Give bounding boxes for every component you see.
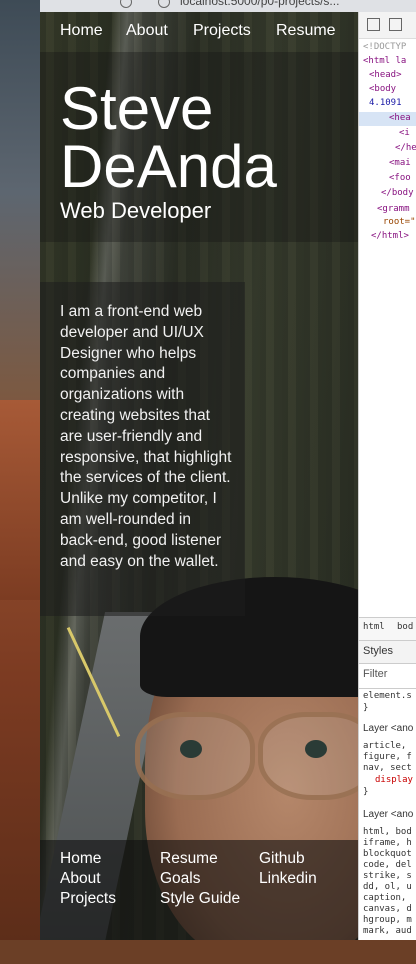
footer-style-guide-link[interactable]: Style Guide [160, 890, 240, 908]
dom-node[interactable]: </html> [371, 231, 409, 241]
style-rule: canvas, d [363, 904, 412, 914]
style-rule: figure, f [363, 752, 412, 762]
url-bar[interactable]: localhost:5000/p0-projects/s... [180, 0, 339, 8]
styles-filter: Filter [359, 663, 416, 686]
breadcrumb-body[interactable]: bod [397, 622, 413, 632]
webpage-viewport: Home About Projects Resume Steve DeAnda … [40, 12, 358, 940]
about-panel: I am a front-end web developer and UI/UX… [40, 282, 245, 616]
footer-linkedin-link[interactable]: Linkedin [259, 870, 317, 888]
footer-home-link[interactable]: Home [60, 850, 101, 868]
dom-node[interactable]: </he [395, 143, 416, 153]
style-rule: article, [363, 741, 407, 751]
style-rule: } [363, 703, 369, 713]
browser-toolbar: localhost:5000/p0-projects/s... [40, 0, 416, 12]
style-rule: nav, sect [363, 763, 412, 773]
tab-styles[interactable]: Styles [363, 645, 393, 657]
title-last-name: DeAnda [60, 133, 277, 200]
filter-input[interactable]: Filter [363, 668, 387, 680]
dom-node[interactable]: <body [369, 84, 396, 94]
dom-node[interactable]: <mai [389, 158, 411, 168]
reload-icon[interactable] [120, 0, 132, 8]
devtools-breadcrumb: html bod [359, 617, 416, 640]
style-rule: mark, aud [363, 926, 412, 936]
hero-header: Steve DeAnda Web Developer [40, 52, 358, 242]
dom-node[interactable]: <foo [389, 173, 411, 183]
eye-right [305, 740, 327, 758]
eye-left [180, 740, 202, 758]
dom-node[interactable]: </body [381, 188, 414, 198]
title-first-name: Steve [60, 75, 214, 142]
dom-node[interactable]: <html la [363, 56, 406, 66]
device-toggle-icon[interactable] [389, 18, 402, 31]
style-rule: blockquot [363, 849, 412, 859]
dom-node[interactable]: <i [399, 128, 410, 138]
style-rule: iframe, h [363, 838, 412, 848]
footer-github-link[interactable]: Github [259, 850, 305, 868]
footer-about-link[interactable]: About [60, 870, 101, 888]
style-rule: caption, [363, 893, 407, 903]
footer-projects-link[interactable]: Projects [60, 890, 116, 908]
dom-node[interactable]: <gramm [377, 204, 410, 214]
glasses-lens-right [258, 712, 358, 800]
desktop-bottom-strip [0, 940, 416, 964]
breadcrumb-html[interactable]: html [363, 622, 385, 632]
style-rule: html, bod [363, 827, 412, 837]
wallpaper-rock [0, 400, 45, 600]
devtools-toolbar [359, 12, 416, 39]
about-text: I am a front-end web developer and UI/UX… [60, 303, 232, 570]
top-nav: Home About Projects Resume [40, 12, 358, 52]
site-info-icon[interactable] [158, 0, 170, 8]
style-rule: strike, s [363, 871, 412, 881]
style-rule: hgroup, m [363, 915, 412, 925]
style-rule: element.s [363, 691, 412, 701]
site-footer: Home About Projects Resume Goals Style G… [40, 840, 358, 940]
styles-tab-bar: Styles [359, 640, 416, 663]
style-rule[interactable]: Layer <ano [363, 723, 413, 734]
style-rule[interactable]: Layer <ano [363, 809, 413, 820]
page-subtitle: Web Developer [60, 198, 212, 223]
nav-home-link[interactable]: Home [60, 22, 103, 40]
dom-node: root=" [383, 217, 416, 227]
nav-resume-link[interactable]: Resume [276, 22, 336, 40]
inspect-icon[interactable] [367, 18, 380, 31]
dom-node[interactable]: <!DOCTYP [363, 42, 406, 52]
style-rule: dd, ol, u [363, 882, 412, 892]
dom-node[interactable]: <head> [369, 70, 402, 80]
style-rule: } [363, 787, 369, 797]
style-rule: display [375, 775, 413, 785]
nav-about-link[interactable]: About [126, 22, 168, 40]
style-rules: element.s } Layer <ano article, figure, … [359, 688, 416, 940]
devtools-panel: <!DOCTYP <html la <head> <body 4.1091 <h… [358, 12, 416, 940]
dom-node: 4.1091 [369, 98, 402, 108]
nav-projects-link[interactable]: Projects [193, 22, 251, 40]
style-rule: code, del [363, 860, 412, 870]
page-title: Steve DeAnda [60, 79, 277, 197]
footer-goals-link[interactable]: Goals [160, 870, 201, 888]
dom-node[interactable]: <hea [389, 113, 411, 123]
footer-resume-link[interactable]: Resume [160, 850, 218, 868]
